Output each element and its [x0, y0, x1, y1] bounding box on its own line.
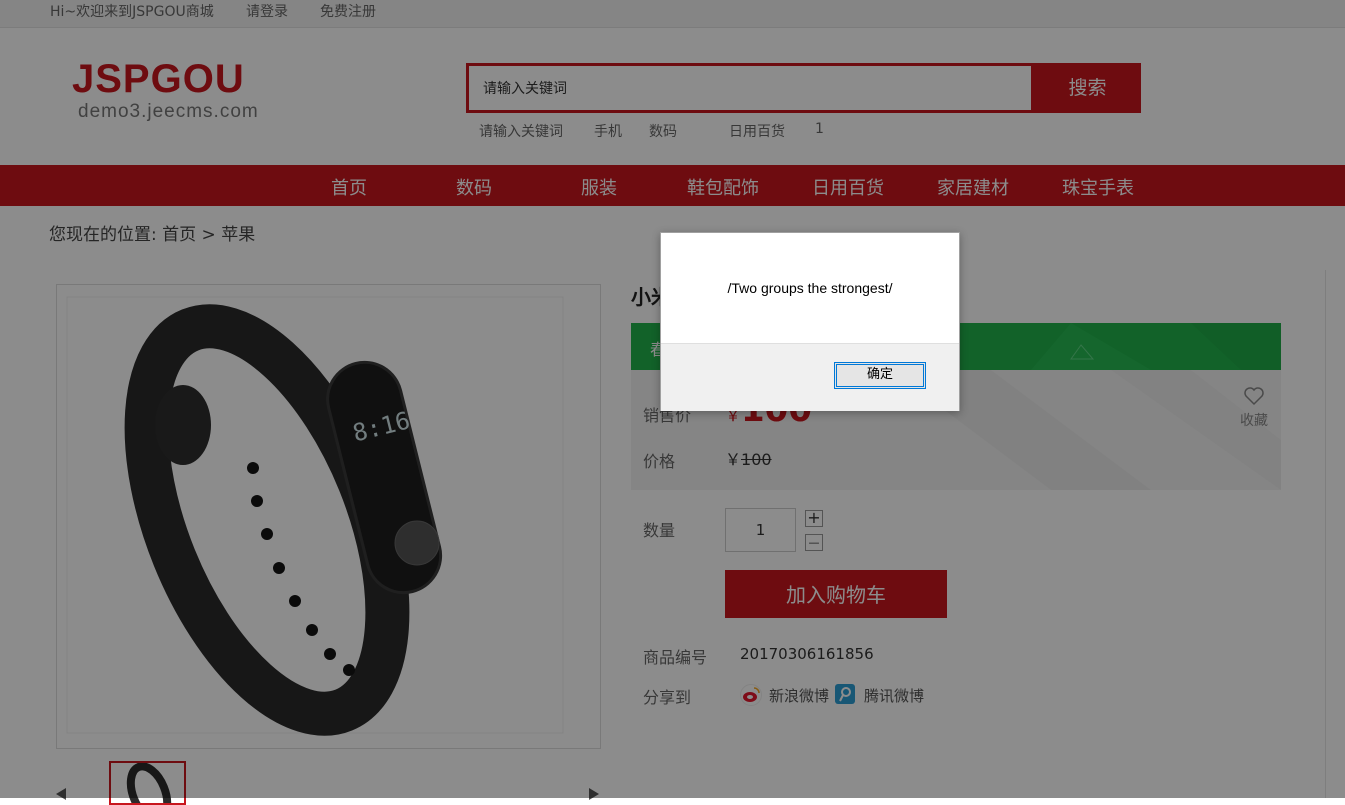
alert-dialog: /Two groups the strongest/ 确定 — [660, 232, 960, 411]
alert-message: /Two groups the strongest/ — [727, 280, 893, 296]
ok-button[interactable]: 确定 — [834, 362, 926, 389]
alert-footer: 确定 — [661, 343, 959, 411]
